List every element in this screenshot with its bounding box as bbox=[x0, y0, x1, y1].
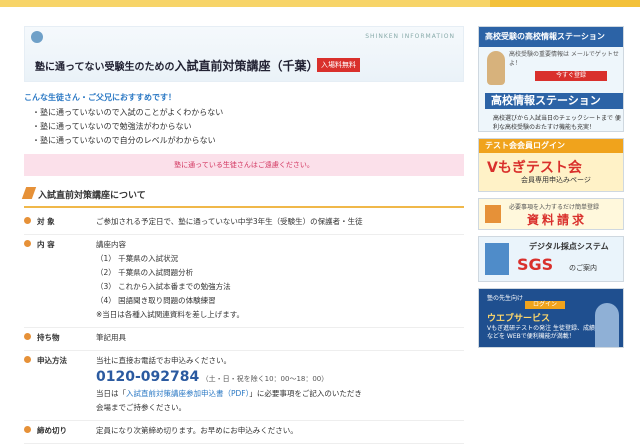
web-service-banner[interactable]: 塾の先生向け ログイン ウエブサービス Vもぎ進研テストの発注 生徒登録、成績進… bbox=[478, 288, 624, 348]
banner-subtitle: 会員専用申込みページ bbox=[521, 176, 591, 184]
row-label: 申込方法 bbox=[37, 356, 67, 365]
row-value: 定員になり次第締め切ります。お早めにお申込みください。 bbox=[96, 426, 298, 435]
table-row: 申込方法 当社に直接お電話でお申込みください。 0120-092784 （土・日… bbox=[24, 351, 464, 421]
row-value: 当社に直接お電話でお申込みください。 0120-092784 （土・日・祝を除く… bbox=[96, 356, 362, 412]
bullet-icon bbox=[24, 217, 31, 224]
bullet-icon bbox=[24, 240, 31, 247]
banner-subtitle: のご案内 bbox=[569, 264, 597, 272]
request-materials-banner[interactable]: 必要事項を入力するだけ簡単登録 資料請求 bbox=[478, 198, 624, 230]
sidebar: 高校受験の高校情報ステーション 高校受験の重要情報は メールでゲットせよ！ 今す… bbox=[478, 26, 624, 354]
course-header-banner: SHINKEN INFORMATION 塾に通ってない受験生のための入試直前対策… bbox=[24, 26, 464, 82]
row-value: ご参加される予定日で、塾に通っていない中学3年生（受験生）の保護者・生徒 bbox=[96, 217, 363, 226]
banner-note: 塾の先生向け bbox=[487, 295, 524, 302]
course-title-main: 入試直前対策講座（千葉） bbox=[174, 59, 319, 73]
phone-number[interactable]: 0120-092784 bbox=[96, 369, 199, 385]
pencil-icon bbox=[485, 205, 501, 223]
row-label: 持ち物 bbox=[37, 333, 60, 342]
teacher-illustration bbox=[595, 303, 619, 347]
recommend-item: ・塾に通っていないので勉強法がわからない bbox=[32, 122, 192, 131]
phone-hours: （土・日・祝を除く10：00〜18：00） bbox=[201, 375, 329, 383]
info-station-banner[interactable]: 高校受験の高校情報ステーション 高校受験の重要情報は メールでゲットせよ！ 今す… bbox=[478, 26, 624, 132]
row-value: 講座内容 （1） 千葉県の入試状況 （2） 千葉県の入試問題分析 （3） これか… bbox=[96, 240, 245, 319]
banner-header: デジタル採点システム bbox=[529, 242, 609, 251]
row-label: 対 象 bbox=[37, 217, 55, 226]
sgs-logo: SGS bbox=[517, 255, 554, 274]
table-row: 締め切り 定員になり次第締め切ります。お早めにお申込みください。 bbox=[24, 421, 464, 444]
recommend-item: ・塾に通っていないので入試のことがよくわからない bbox=[32, 108, 224, 117]
section-heading: 入試直前対策講座について bbox=[21, 184, 464, 208]
section-title: 入試直前対策講座について bbox=[38, 191, 146, 201]
notice-banner: 塾に通っている生徒さんはご遠慮ください。 bbox=[24, 154, 464, 176]
banner-title: Vもぎテスト会 bbox=[487, 160, 582, 176]
details-table: 対 象 ご参加される予定日で、塾に通っていない中学3年生（受験生）の保護者・生徒… bbox=[24, 212, 464, 444]
recommend-title: こんな生徒さん・ご父兄におすすめです！ bbox=[24, 93, 176, 102]
bubble-icon bbox=[31, 31, 43, 43]
pencil-icon bbox=[21, 187, 37, 199]
scanner-icon bbox=[485, 243, 509, 275]
recommend-list: ・塾に通っていないので入試のことがよくわからない ・塾に通っていないので勉強法が… bbox=[24, 107, 464, 146]
brand-label: SHINKEN INFORMATION bbox=[365, 33, 455, 40]
recommend-block: こんな生徒さん・ご父兄におすすめです！ ・塾に通っていないので入試のことがよくわ… bbox=[24, 92, 464, 146]
free-entry-badge: 入場料無料 bbox=[317, 58, 360, 72]
banner-header: 高校受験の高校情報ステーション bbox=[479, 27, 623, 47]
course-title-prefix: 塾に通ってない受験生のための bbox=[35, 62, 175, 73]
bullet-icon bbox=[24, 356, 31, 363]
banner-text: 高校受験の重要情報は メールでゲットせよ！ bbox=[509, 51, 619, 67]
banner-title: 資料請求 bbox=[527, 213, 588, 227]
sgs-banner[interactable]: デジタル採点システム SGS のご案内 bbox=[478, 236, 624, 282]
row-value: 筆記用具 bbox=[96, 333, 126, 342]
banner-title: 高校情報ステーション bbox=[485, 93, 623, 109]
top-accent-bar bbox=[0, 0, 640, 7]
banner-title: ウエブサービス bbox=[487, 314, 551, 324]
table-row: 内 容 講座内容 （1） 千葉県の入試状況 （2） 千葉県の入試問題分析 （3）… bbox=[24, 235, 464, 328]
banner-header: テスト会会員ログイン bbox=[479, 139, 623, 153]
course-title: 塾に通ってない受験生のための入試直前対策講座（千葉） bbox=[35, 57, 319, 74]
banner-text: Vもぎ進研テストの発注 生徒登録、成績進捗などを WEBで便利機能が満載！ bbox=[487, 325, 608, 340]
test-login-banner[interactable]: テスト会会員ログイン Vもぎテスト会 会員専用申込みページ bbox=[478, 138, 624, 192]
recommend-item: ・塾に通っていないので自分のレベルがわからない bbox=[32, 136, 216, 145]
login-button[interactable]: ログイン bbox=[525, 301, 565, 309]
register-now-button[interactable]: 今すぐ登録 bbox=[535, 71, 607, 81]
top-accent-bar-left bbox=[0, 0, 490, 7]
table-row: 対 象 ご参加される予定日で、塾に通っていない中学3年生（受験生）の保護者・生徒 bbox=[24, 212, 464, 235]
row-label: 締め切り bbox=[37, 426, 67, 435]
bullet-icon bbox=[24, 333, 31, 340]
bullet-icon bbox=[24, 426, 31, 433]
row-label: 内 容 bbox=[37, 240, 55, 249]
main-content: SHINKEN INFORMATION 塾に通ってない受験生のための入試直前対策… bbox=[21, 26, 464, 444]
banner-footnote: 高校選びから入試当日のチェックシートまで 便利な高校受験のおたすけ機能も充実！ bbox=[493, 115, 621, 131]
table-row: 持ち物 筆記用具 bbox=[24, 328, 464, 351]
application-pdf-link[interactable]: 入試直前対策講座参加申込書（PDF） bbox=[126, 389, 249, 398]
banner-note: 必要事項を入力するだけ簡単登録 bbox=[509, 204, 600, 211]
student-illustration bbox=[487, 51, 505, 85]
